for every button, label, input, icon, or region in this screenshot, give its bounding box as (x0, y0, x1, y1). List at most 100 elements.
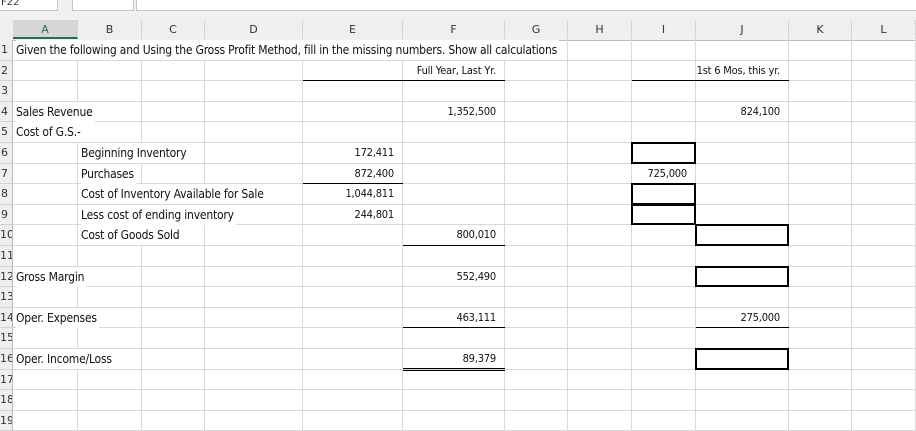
cell-E8[interactable]: 1,044,811 (303, 184, 403, 205)
cell-D5[interactable] (205, 122, 303, 143)
cell-G4[interactable] (505, 101, 568, 123)
cell-D17[interactable] (205, 369, 303, 391)
cell-C17[interactable] (142, 369, 205, 391)
cell-L1[interactable] (852, 40, 916, 61)
cell-L7[interactable] (852, 163, 916, 185)
cell-L16[interactable] (852, 349, 916, 370)
cell-H14[interactable] (568, 307, 632, 329)
column-header-A[interactable]: A (13, 20, 78, 39)
cell-B9[interactable]: Less cost of ending inventory (78, 204, 236, 226)
cell-A12[interactable]: Gross Margin (13, 266, 87, 288)
column-header-J[interactable]: J (696, 20, 789, 39)
cell-F3[interactable] (403, 81, 505, 102)
cell-D11[interactable] (205, 246, 303, 267)
cell-G15[interactable] (505, 328, 568, 349)
column-header-I[interactable]: I (632, 20, 696, 39)
cell-E16[interactable] (303, 349, 403, 370)
cell-A6[interactable] (13, 143, 78, 164)
cell-H17[interactable] (568, 369, 632, 391)
cell-B18[interactable] (78, 390, 142, 411)
cell-E19[interactable] (303, 410, 403, 431)
cell-E17[interactable] (303, 369, 403, 391)
cell-E18[interactable] (303, 390, 403, 411)
row-header-9[interactable]: 9 (0, 204, 13, 226)
cell-K9[interactable] (789, 204, 852, 226)
cell-L8[interactable] (852, 184, 916, 205)
cell-K12[interactable] (789, 266, 852, 288)
cell-K11[interactable] (789, 246, 852, 267)
cell-B19[interactable] (78, 410, 142, 431)
cell-E11[interactable] (303, 246, 403, 267)
cell-A10[interactable] (13, 225, 78, 246)
cell-J13[interactable] (696, 287, 789, 308)
cell-D15[interactable] (205, 328, 303, 349)
cell-C18[interactable] (142, 390, 205, 411)
row-header-7[interactable]: 7 (0, 163, 13, 185)
cell-F6[interactable] (403, 143, 505, 164)
cell-H1[interactable] (568, 40, 632, 61)
row-header-19[interactable]: 19 (0, 410, 13, 431)
cell-D7[interactable] (205, 163, 303, 185)
cell-I5[interactable] (632, 122, 696, 143)
cell-B15[interactable] (78, 328, 142, 349)
cell-L3[interactable] (852, 81, 916, 102)
cell-E4[interactable] (303, 101, 403, 123)
cell-C13[interactable] (142, 287, 205, 308)
cell-C16[interactable] (142, 349, 205, 370)
column-header-G[interactable]: G (505, 20, 568, 39)
cell-I9[interactable] (631, 203, 696, 226)
cell-G5[interactable] (505, 122, 568, 143)
cell-A19[interactable] (13, 410, 78, 431)
cell-I1[interactable] (632, 40, 696, 61)
cell-I18[interactable] (632, 390, 696, 411)
cell-E3[interactable] (303, 81, 403, 102)
cell-L17[interactable] (852, 369, 916, 391)
cell-C4[interactable] (142, 101, 205, 123)
cell-D10[interactable] (205, 225, 303, 246)
cell-K13[interactable] (789, 287, 852, 308)
cell-E7[interactable]: 872,400 (303, 163, 403, 185)
column-header-E[interactable]: E (303, 20, 403, 39)
cell-J3[interactable] (696, 81, 789, 102)
cell-B3[interactable] (78, 81, 142, 102)
row-header-18[interactable]: 18 (0, 390, 13, 411)
cell-B11[interactable] (78, 246, 142, 267)
cell-H2[interactable] (568, 60, 632, 82)
cell-G6[interactable] (505, 143, 568, 164)
cell-C11[interactable] (142, 246, 205, 267)
cell-K18[interactable] (789, 390, 852, 411)
cell-F2[interactable]: Full Year, Last Yr. (403, 60, 505, 82)
cell-E15[interactable] (303, 328, 403, 349)
cell-I8[interactable] (631, 183, 696, 205)
cell-G11[interactable] (505, 246, 568, 267)
row-header-2[interactable]: 2 (0, 60, 13, 82)
cell-B13[interactable] (78, 287, 142, 308)
cell-D16[interactable] (205, 349, 303, 370)
cell-J15[interactable] (696, 328, 789, 349)
cell-F11[interactable] (403, 246, 505, 267)
cell-C12[interactable] (142, 266, 205, 288)
cell-B2[interactable] (78, 60, 142, 82)
cell-L18[interactable] (852, 390, 916, 411)
cell-E10[interactable] (303, 225, 403, 246)
cell-A4[interactable]: Sales Revenue (13, 101, 95, 123)
cell-H11[interactable] (568, 246, 632, 267)
cell-A9[interactable] (13, 204, 78, 226)
cell-J11[interactable] (696, 246, 789, 267)
cell-K5[interactable] (789, 122, 852, 143)
row-header-5[interactable]: 5 (0, 122, 13, 143)
cell-K14[interactable] (789, 307, 852, 329)
cell-I17[interactable] (632, 369, 696, 391)
cell-G7[interactable] (505, 163, 568, 185)
cell-A1[interactable]: Given the following and Using the Gross … (13, 40, 560, 61)
cell-H9[interactable] (568, 204, 632, 226)
cell-B12[interactable] (78, 266, 142, 288)
cell-D6[interactable] (205, 143, 303, 164)
cell-J12[interactable] (695, 265, 789, 288)
cell-A16[interactable]: Oper. Income/Loss (13, 349, 114, 370)
cell-A3[interactable] (13, 81, 78, 102)
cell-D3[interactable] (205, 81, 303, 102)
column-header-H[interactable]: H (568, 20, 632, 39)
column-header-D[interactable]: D (205, 20, 303, 39)
column-header-K[interactable]: K (789, 20, 852, 39)
